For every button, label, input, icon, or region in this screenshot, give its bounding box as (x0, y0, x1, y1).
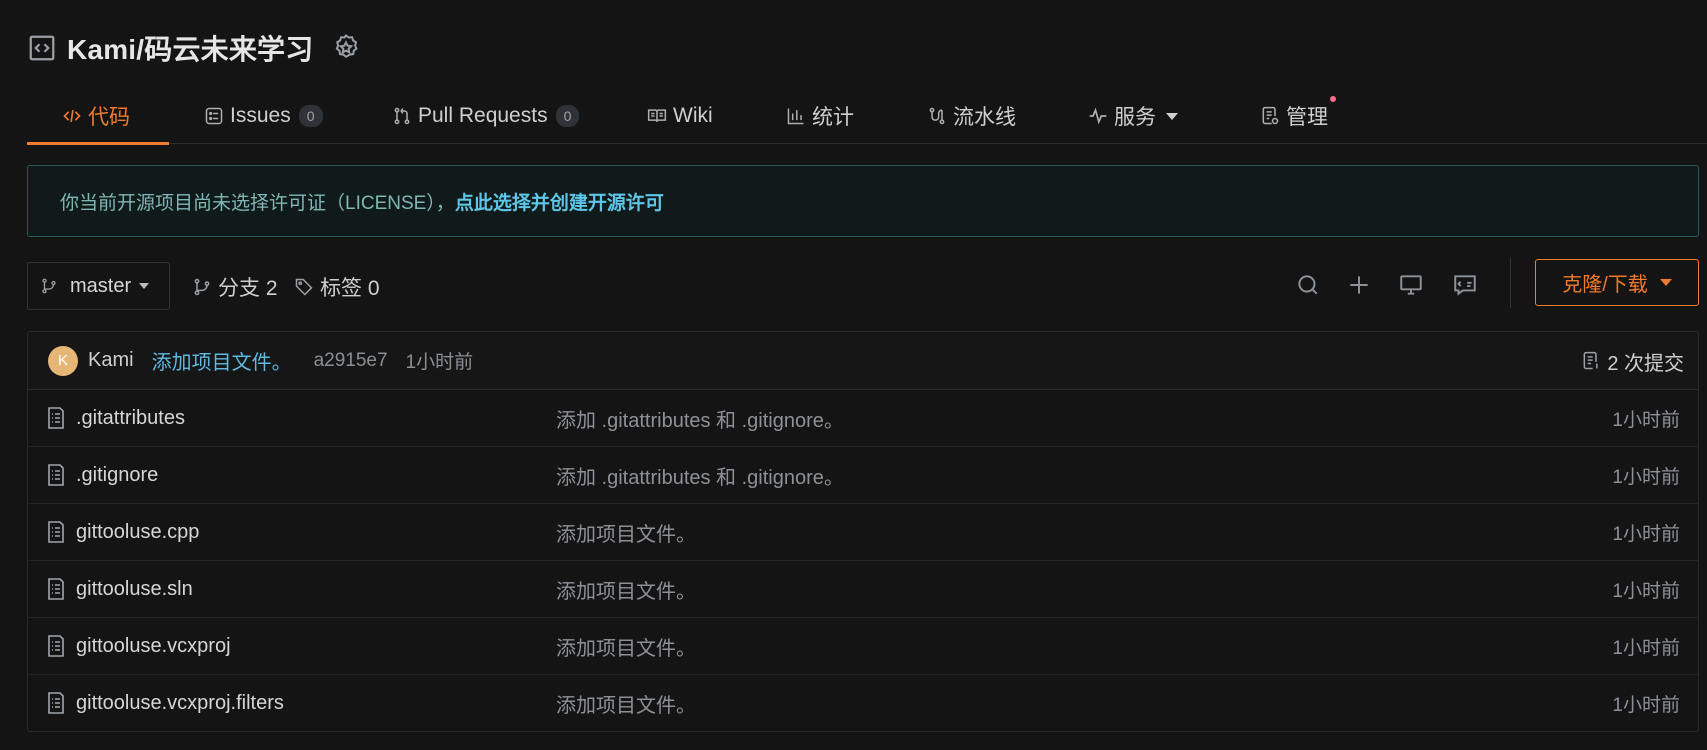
repo-header: Kami/码云未来学习 (27, 28, 361, 68)
license-notice-text: 你当前开源项目尚未选择许可证（LICENSE）， (60, 192, 455, 214)
file-time: 1小时前 (1612, 695, 1680, 716)
notification-dot (1330, 96, 1336, 102)
file-icon (46, 407, 66, 429)
toolbar-divider (1510, 258, 1511, 308)
file-name[interactable]: gittooluse.sln (76, 578, 193, 601)
tab-issues[interactable]: Issues 0 (204, 88, 323, 144)
repo-title[interactable]: Kami/码云未来学习 (67, 28, 313, 68)
commit-count-link[interactable]: 2 次提交 (1581, 332, 1684, 390)
tab-statistics[interactable]: 统计 (786, 88, 854, 144)
commit-author[interactable]: Kami (88, 349, 134, 372)
tags-label: 标签 0 (320, 277, 380, 300)
tab-code[interactable]: 代码 (27, 88, 169, 145)
file-time: 1小时前 (1612, 580, 1680, 602)
commit-history-icon (1583, 351, 1598, 370)
chevron-down-icon (139, 283, 150, 289)
file-icon (46, 692, 66, 714)
file-name[interactable]: .gitignore (76, 464, 158, 487)
file-name[interactable]: .gitattributes (76, 407, 185, 430)
bar-chart-icon (787, 108, 804, 125)
award-badge-icon[interactable] (331, 33, 361, 63)
file-time: 1小时前 (1612, 523, 1680, 545)
branch-icon (42, 278, 56, 294)
commit-time: 1小时前 (405, 352, 474, 373)
pipeline-icon (929, 107, 945, 125)
clone-download-button[interactable]: 克隆/下载 (1535, 259, 1699, 306)
commit-message[interactable]: 添加项目文件。 (152, 346, 292, 375)
branch-select[interactable]: master (27, 262, 170, 310)
file-time: 1小时前 (1612, 409, 1680, 431)
plus-icon[interactable] (1346, 272, 1372, 298)
file-name[interactable]: gittooluse.vcxproj.filters (76, 692, 284, 715)
issues-count-badge: 0 (298, 105, 323, 127)
file-commit-message[interactable]: 添加项目文件。 (556, 575, 696, 604)
table-row: gittooluse.vcxproj 添加项目文件。 1小时前 (28, 618, 1698, 675)
tab-label: 代码 (88, 106, 130, 129)
tag-icon (295, 278, 313, 296)
file-time: 1小时前 (1612, 466, 1680, 488)
license-banner: 你当前开源项目尚未选择许可证（LICENSE）， 点此选择并创建开源许可 (27, 165, 1699, 237)
pr-count-badge: 0 (555, 105, 580, 127)
tab-wiki[interactable]: Wiki (647, 88, 713, 144)
branches-link[interactable]: 分支 2 (192, 274, 278, 300)
commit-count: 2 次提交 (1607, 352, 1684, 375)
file-commit-message[interactable]: 添加 .gitattributes 和 .gitignore。 (556, 461, 844, 490)
table-row: .gitignore 添加 .gitattributes 和 .gitignor… (28, 447, 1698, 504)
table-row: gittooluse.vcxproj.filters 添加项目文件。 1小时前 (28, 675, 1698, 731)
file-icon (46, 521, 66, 543)
avatar[interactable]: K (48, 345, 78, 376)
table-row: gittooluse.sln 添加项目文件。 1小时前 (28, 561, 1698, 618)
tab-label: 统计 (812, 106, 854, 129)
file-commit-message[interactable]: 添加 .gitattributes 和 .gitignore。 (556, 404, 844, 433)
clone-label: 克隆/下载 (1562, 274, 1648, 296)
create-license-link[interactable]: 点此选择并创建开源许可 (455, 188, 664, 215)
settings-doc-icon (1262, 106, 1279, 125)
table-row: .gitattributes 添加 .gitattributes 和 .giti… (28, 390, 1698, 447)
branch-icon (194, 278, 210, 296)
file-time: 1小时前 (1612, 637, 1680, 659)
monitor-icon[interactable] (1398, 272, 1424, 298)
issues-icon (205, 107, 223, 125)
search-icon[interactable] (1295, 272, 1321, 298)
table-row: gittooluse.cpp 添加项目文件。 1小时前 (28, 504, 1698, 561)
chevron-down-icon (1166, 112, 1178, 120)
file-table: K Kami 添加项目文件。 a2915e7 1小时前 2 次提交 .gitat… (27, 331, 1699, 732)
tab-label: Wiki (673, 104, 713, 127)
file-icon (46, 578, 66, 600)
code-icon (63, 110, 81, 122)
pull-request-icon (394, 107, 410, 125)
file-commit-message[interactable]: 添加项目文件。 (556, 689, 696, 718)
commit-hash[interactable]: a2915e7 (314, 350, 388, 372)
latest-commit-row: K Kami 添加项目文件。 a2915e7 1小时前 2 次提交 (28, 332, 1698, 390)
branch-name: master (70, 274, 132, 297)
file-name[interactable]: gittooluse.vcxproj (76, 635, 231, 658)
file-commit-message[interactable]: 添加项目文件。 (556, 518, 696, 547)
file-icon (46, 635, 66, 657)
tab-label: Pull Requests (418, 104, 548, 127)
tab-label: 服务 (1114, 106, 1156, 129)
branches-label: 分支 2 (218, 277, 278, 300)
book-icon (647, 109, 667, 122)
tab-manage[interactable]: 管理 (1260, 88, 1336, 144)
pulse-icon (1089, 107, 1107, 125)
tab-pull-requests[interactable]: Pull Requests 0 (392, 88, 580, 144)
tab-label: 管理 (1286, 106, 1328, 129)
tab-pipeline[interactable]: 流水线 (927, 88, 1016, 144)
file-commit-message[interactable]: 添加项目文件。 (556, 632, 696, 661)
tab-label: Issues (230, 104, 291, 127)
code-box-icon (27, 33, 57, 63)
tab-label: 流水线 (953, 106, 1016, 129)
file-icon (46, 464, 66, 486)
tags-link[interactable]: 标签 0 (294, 274, 380, 300)
tab-services[interactable]: 服务 (1088, 88, 1178, 144)
chevron-down-icon (1659, 279, 1672, 286)
file-name[interactable]: gittooluse.cpp (76, 521, 199, 544)
repo-tabs: 代码 Issues 0 Pull Requests 0 Wiki 统计 流水线 … (27, 88, 1707, 145)
web-ide-icon[interactable] (1452, 272, 1478, 298)
